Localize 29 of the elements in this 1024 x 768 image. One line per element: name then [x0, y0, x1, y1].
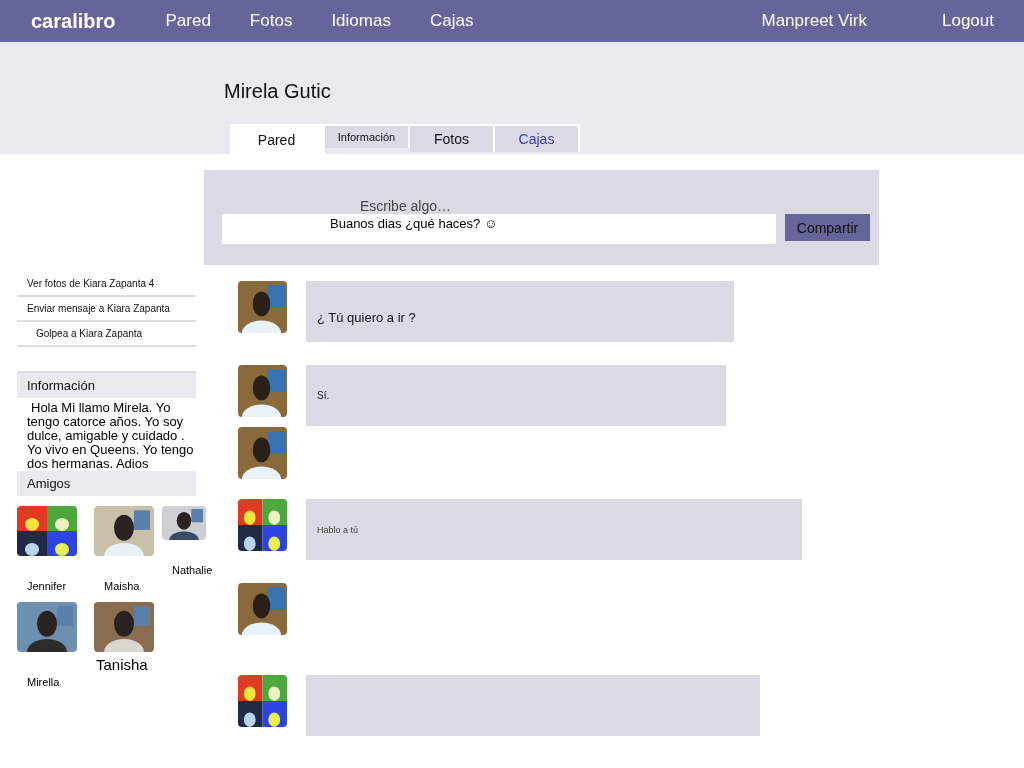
- friend-name[interactable]: Mirella: [27, 676, 60, 688]
- friend-name[interactable]: Jennifer: [27, 580, 67, 592]
- profile-tab[interactable]: Fotos: [410, 124, 495, 152]
- friend-name[interactable]: Tanisha: [96, 656, 148, 673]
- friend-name[interactable]: Nathalie: [172, 564, 213, 576]
- site-logo[interactable]: caralibro: [31, 9, 116, 33]
- friend-name[interactable]: Maisha: [104, 580, 140, 592]
- about-text: Hola Mi llamo Mirela. Yo tengo catorce años. Yo soy dulce, amigable y cuidado . Yo vivo en Queens. Yo tengo dos hermanas. Adios: [26, 399, 195, 471]
- profile-action-link[interactable]: Enviar mensaje a Kiara Zapanta: [17, 297, 196, 322]
- profile-name: Mirela Gutic: [224, 80, 332, 104]
- nav-link[interactable]: Cajas: [429, 11, 474, 31]
- share-button[interactable]: Compartir: [785, 214, 870, 241]
- post-text: Hablo a tú: [317, 524, 359, 535]
- profile-tab[interactable]: Pared: [230, 124, 325, 154]
- post-input-field[interactable]: Buanos dias ¿qué haces? ☺: [222, 214, 776, 244]
- profile-action-link[interactable]: Golpea a Kiara Zapanta: [17, 322, 196, 347]
- user-name-link[interactable]: Manpreet Virk: [761, 11, 867, 31]
- profile-action-link[interactable]: Ver fotos de Kiara Zapanta 4: [17, 272, 196, 297]
- nav-link[interactable]: Pared: [165, 11, 211, 31]
- nav-link[interactable]: Idiomas: [331, 11, 391, 31]
- logout-link[interactable]: Logout: [942, 11, 994, 31]
- profile-tab[interactable]: Cajas: [495, 124, 580, 152]
- profile-tab[interactable]: Información: [325, 124, 410, 148]
- post-text: ¿ Tú quiero a ir ?: [317, 310, 416, 325]
- section-header: Información: [17, 371, 196, 398]
- section-header: Amigos: [17, 471, 196, 496]
- composer-prompt: Escribe algo…: [360, 198, 453, 214]
- nav-link[interactable]: Fotos: [249, 11, 293, 31]
- post-text: Sí.: [317, 390, 330, 401]
